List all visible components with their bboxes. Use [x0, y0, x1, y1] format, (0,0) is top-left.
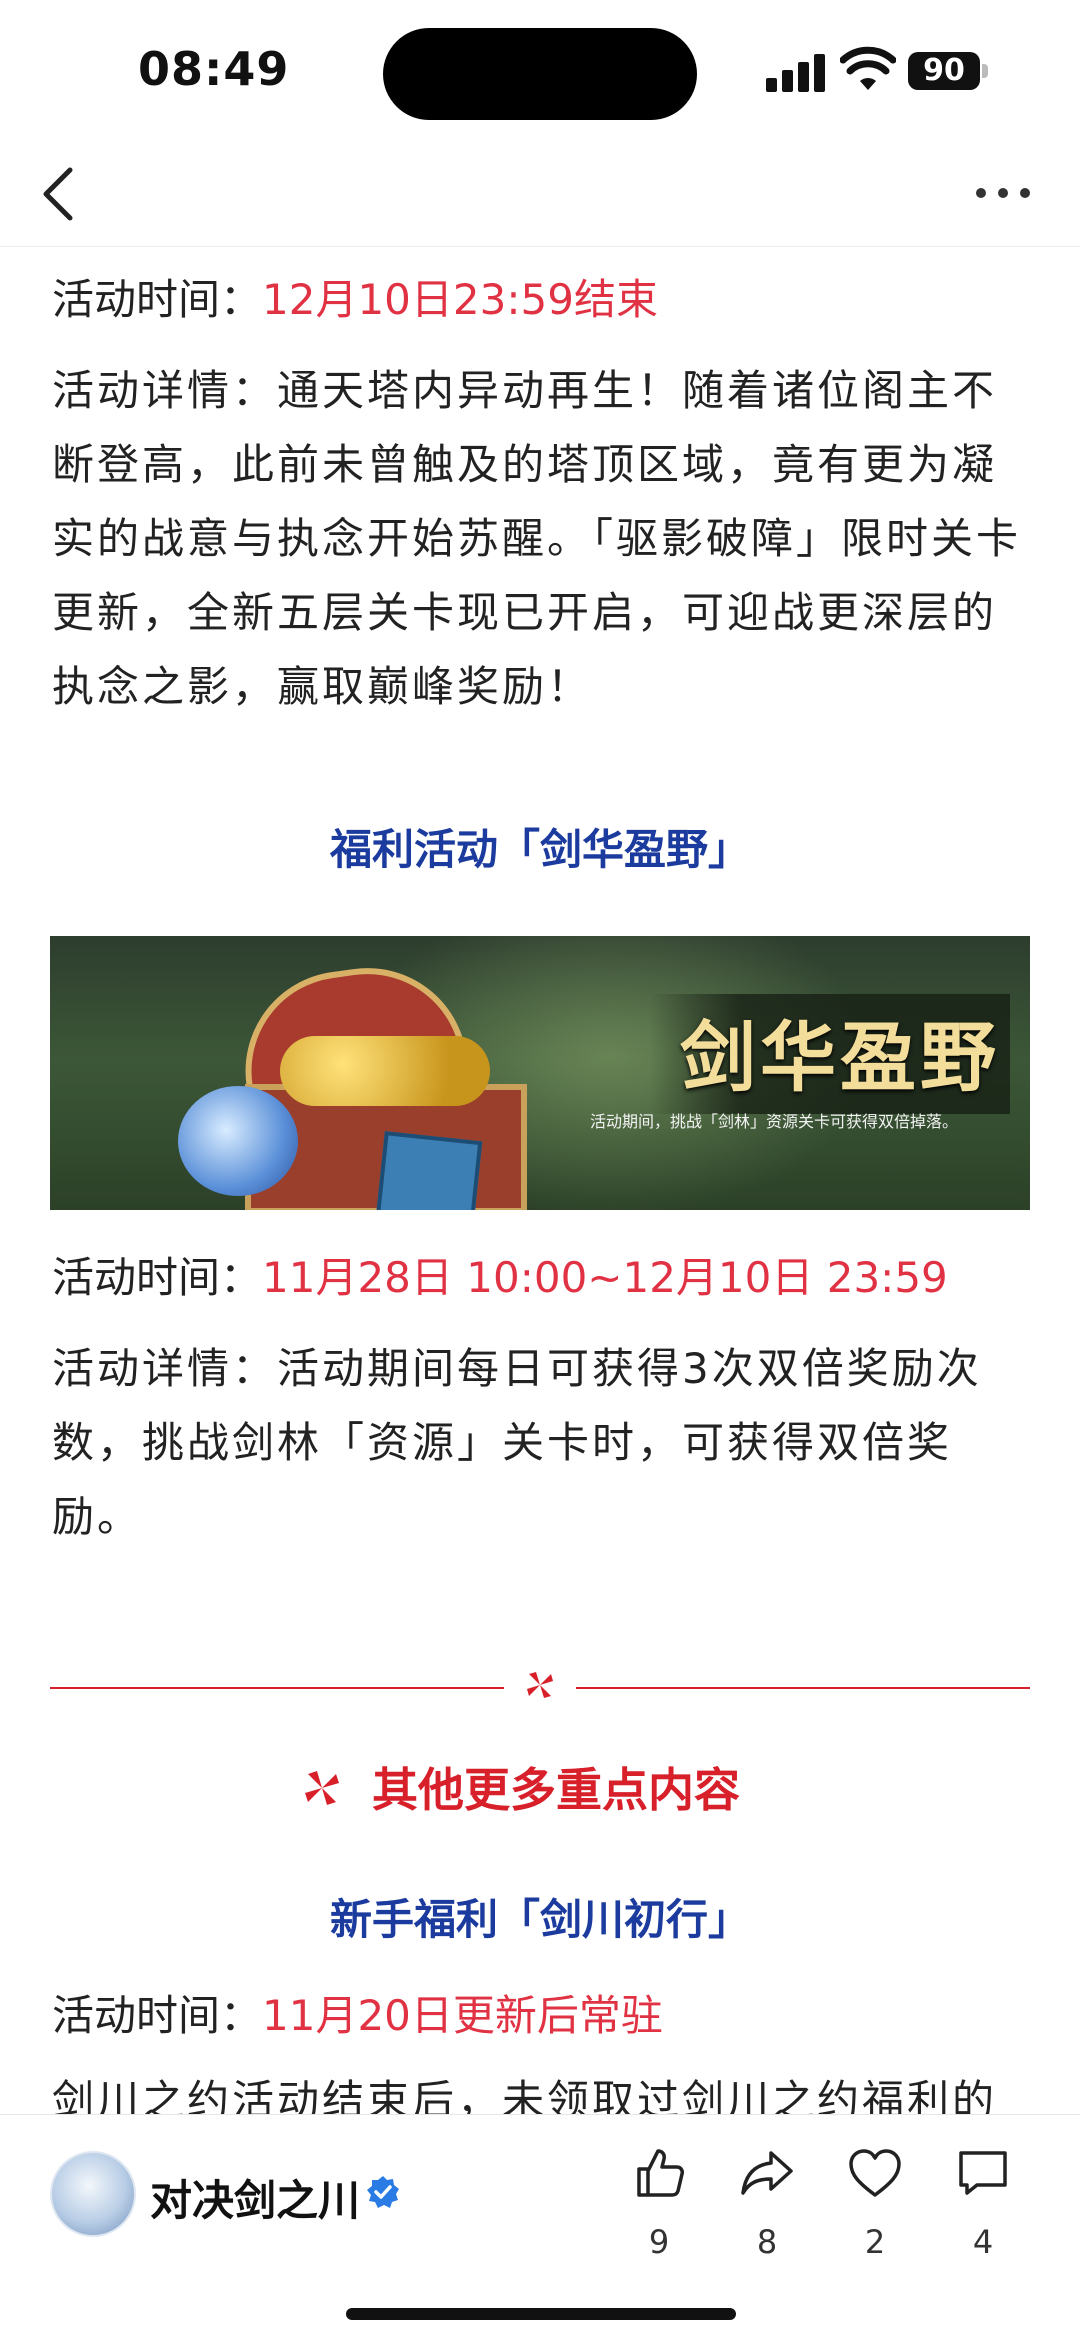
section-title-jianchuan: 新手福利「剑川初行」 [329, 1895, 750, 1944]
activity-time-label: 活动时间： [52, 275, 263, 324]
activity-time-value: 11月28日 10:00~12月10日 23:59 [262, 1253, 948, 1302]
comment-count: 4 [972, 2223, 994, 2261]
article-content: 活动时间：12月10日23:59结束 活动详情：通天塔内异动再生！随着诸位阁主不… [0, 246, 1080, 2114]
flower-ornament-icon [305, 1771, 339, 1805]
share-button[interactable]: 8 [732, 2145, 802, 2275]
activity-detail: 剑川之约活动结束后，未领取过剑川之约福利的 [52, 2076, 998, 2114]
home-indicator[interactable] [346, 2308, 736, 2320]
flower-ornament-icon [527, 1672, 553, 1698]
section-heading: 其他更多重点内容 [372, 1763, 740, 1817]
status-time: 08:49 [138, 42, 290, 96]
heart-icon [849, 2149, 901, 2197]
more-dots-icon[interactable] [976, 184, 1032, 204]
share-count: 8 [756, 2223, 778, 2261]
battery-tip [982, 64, 988, 78]
banner-title: 剑华盈野 [680, 1013, 1000, 1102]
author-name[interactable]: 对决剑之川 [150, 2167, 360, 2228]
banner-caption: 活动期间，挑战「剑林」资源关卡可获得双倍掉落。 [590, 1112, 959, 1131]
crystal-icon [178, 1086, 298, 1196]
divider-right [576, 1687, 1030, 1689]
section-title-jianhua: 福利活动「剑华盈野」 [329, 825, 750, 874]
share-arrow-icon [741, 2151, 793, 2195]
comment-button[interactable]: 4 [948, 2145, 1018, 2275]
activity-time-label: 活动时间： [52, 1991, 263, 2040]
like-button[interactable]: 9 [624, 2145, 694, 2275]
activity-time-label: 活动时间： [52, 1253, 263, 1302]
activity-time-line: 活动时间：11月20日更新后常驻 [52, 1982, 663, 2043]
cellular-signal-icon [766, 50, 826, 92]
comment-bubble-icon [959, 2151, 1007, 2195]
chevron-left-icon[interactable] [36, 164, 80, 224]
gold-coins-icon [280, 1036, 490, 1106]
activity-time-value: 12月10日23:59结束 [262, 275, 658, 324]
status-bar: 08:49 90 [0, 0, 1080, 140]
activity-detail: 活动详情：通天塔内异动再生！随着诸位阁主不断登高，此前未曾触及的塔顶区域，竟有更… [52, 366, 1022, 711]
thumbs-up-icon [637, 2149, 684, 2197]
event-banner-image[interactable]: 剑华盈野 活动期间，挑战「剑林」资源关卡可获得双倍掉落。 [50, 936, 1030, 1210]
wifi-icon [840, 46, 896, 90]
avatar[interactable] [50, 2151, 136, 2237]
verified-badge-icon [367, 2176, 399, 2208]
divider-left [50, 1687, 504, 1689]
top-nav-bar [0, 140, 1080, 247]
activity-time-line: 活动时间：11月28日 10:00~12月10日 23:59 [52, 1244, 948, 1305]
favorite-count: 2 [864, 2223, 886, 2261]
activity-detail: 活动详情：活动期间每日可获得3次双倍奖励次数，挑战剑林「资源」关卡时，可获得双倍… [52, 1344, 982, 1541]
activity-time-value: 11月20日更新后常驻 [262, 1991, 663, 2040]
activity-time-line: 活动时间：12月10日23:59结束 [52, 266, 658, 327]
battery-indicator: 90 [908, 52, 980, 90]
like-count: 9 [648, 2223, 670, 2261]
favorite-button[interactable]: 2 [840, 2145, 910, 2275]
dynamic-island [383, 28, 697, 120]
